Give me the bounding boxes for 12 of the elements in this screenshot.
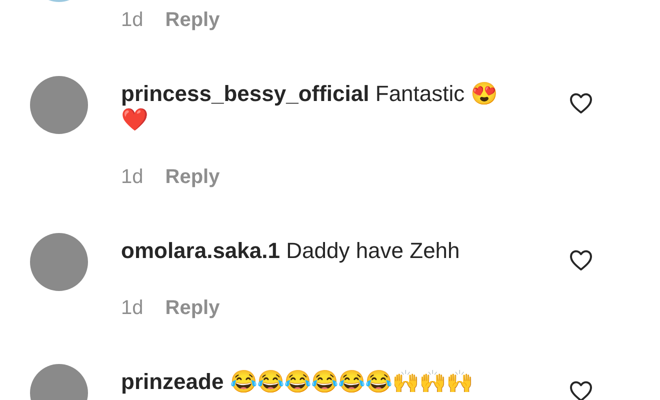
heart-icon[interactable] (569, 249, 593, 271)
comment-text: princess_bessy_official Fantastic 😍❤ (121, 81, 499, 133)
comment-text: omolara.saka.1 Daddy have Zehh (121, 238, 461, 264)
comment-time: 1d (121, 296, 144, 320)
heart-icon[interactable] (569, 92, 593, 114)
comment-time: 1d (121, 165, 144, 189)
comment-time: 1d (121, 8, 144, 32)
reply-link[interactable]: Reply (165, 296, 220, 320)
comment-text: prinzeade 😂😂😂😂😂😂🙌🙌🙌 (121, 369, 474, 395)
reply-link[interactable]: Reply (165, 8, 220, 32)
reply-link[interactable]: Reply (165, 165, 220, 189)
heart-icon[interactable] (569, 380, 593, 400)
